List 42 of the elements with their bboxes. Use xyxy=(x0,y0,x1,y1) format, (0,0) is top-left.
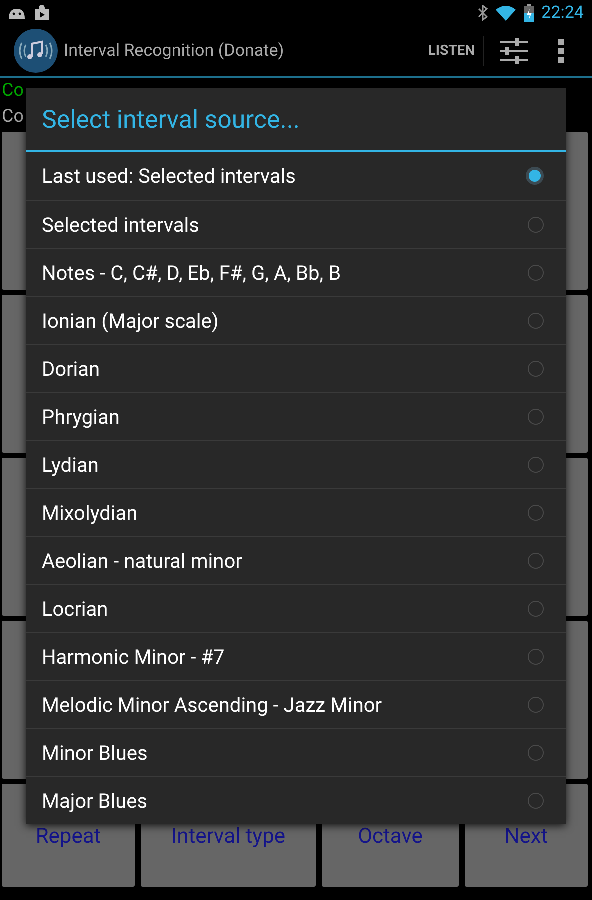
list-option[interactable]: Lydian xyxy=(26,440,566,488)
list-option[interactable]: Major Blues xyxy=(26,776,566,824)
radio-button[interactable] xyxy=(528,648,544,664)
status-text: Co xyxy=(1,105,24,129)
dialog-title: Select interval source... xyxy=(26,88,566,152)
list-option[interactable]: Last used: Selected intervals xyxy=(26,152,566,200)
list-option[interactable]: Notes - C, C#, D, Eb, F#, G, A, Bb, B xyxy=(26,248,566,296)
radio-button[interactable] xyxy=(528,696,544,712)
radio-button[interactable] xyxy=(528,792,544,808)
list-option[interactable]: Phrygian xyxy=(26,392,566,440)
list-option[interactable]: Mixolydian xyxy=(26,488,566,536)
radio-button[interactable] xyxy=(528,408,544,424)
radio-button[interactable] xyxy=(526,167,544,185)
bluetooth-icon xyxy=(478,5,488,21)
play-store-icon xyxy=(34,5,50,21)
radio-button[interactable] xyxy=(528,456,544,472)
listen-button[interactable]: LISTEN xyxy=(420,37,483,65)
list-option[interactable]: Minor Blues xyxy=(26,728,566,776)
list-option[interactable]: Melodic Minor Ascending - Jazz Minor xyxy=(26,680,566,728)
list-option[interactable]: Dorian xyxy=(26,344,566,392)
status-text: Co xyxy=(1,79,24,103)
list-option[interactable]: Locrian xyxy=(26,584,566,632)
radio-button[interactable] xyxy=(528,216,544,232)
radio-button[interactable] xyxy=(528,600,544,616)
wifi-icon xyxy=(496,5,516,21)
sliders-icon[interactable] xyxy=(500,38,528,64)
clock-text: 22:24 xyxy=(542,3,584,23)
app-logo-icon[interactable] xyxy=(14,29,58,73)
list-option[interactable]: Harmonic Minor - #7 xyxy=(26,632,566,680)
battery-icon xyxy=(524,4,534,22)
radio-button[interactable] xyxy=(528,744,544,760)
list-option[interactable]: Aeolian - natural minor xyxy=(26,536,566,584)
list-option[interactable]: Selected intervals xyxy=(26,200,566,248)
radio-button[interactable] xyxy=(528,312,544,328)
app-title: Interval Recognition (Donate) xyxy=(64,41,286,61)
radio-button[interactable] xyxy=(528,264,544,280)
radio-button[interactable] xyxy=(528,504,544,520)
overflow-menu-icon[interactable] xyxy=(558,39,564,63)
list-option[interactable]: Ionian (Major scale) xyxy=(26,296,566,344)
radio-button[interactable] xyxy=(528,360,544,376)
radio-button[interactable] xyxy=(528,552,544,568)
android-icon xyxy=(8,6,26,20)
